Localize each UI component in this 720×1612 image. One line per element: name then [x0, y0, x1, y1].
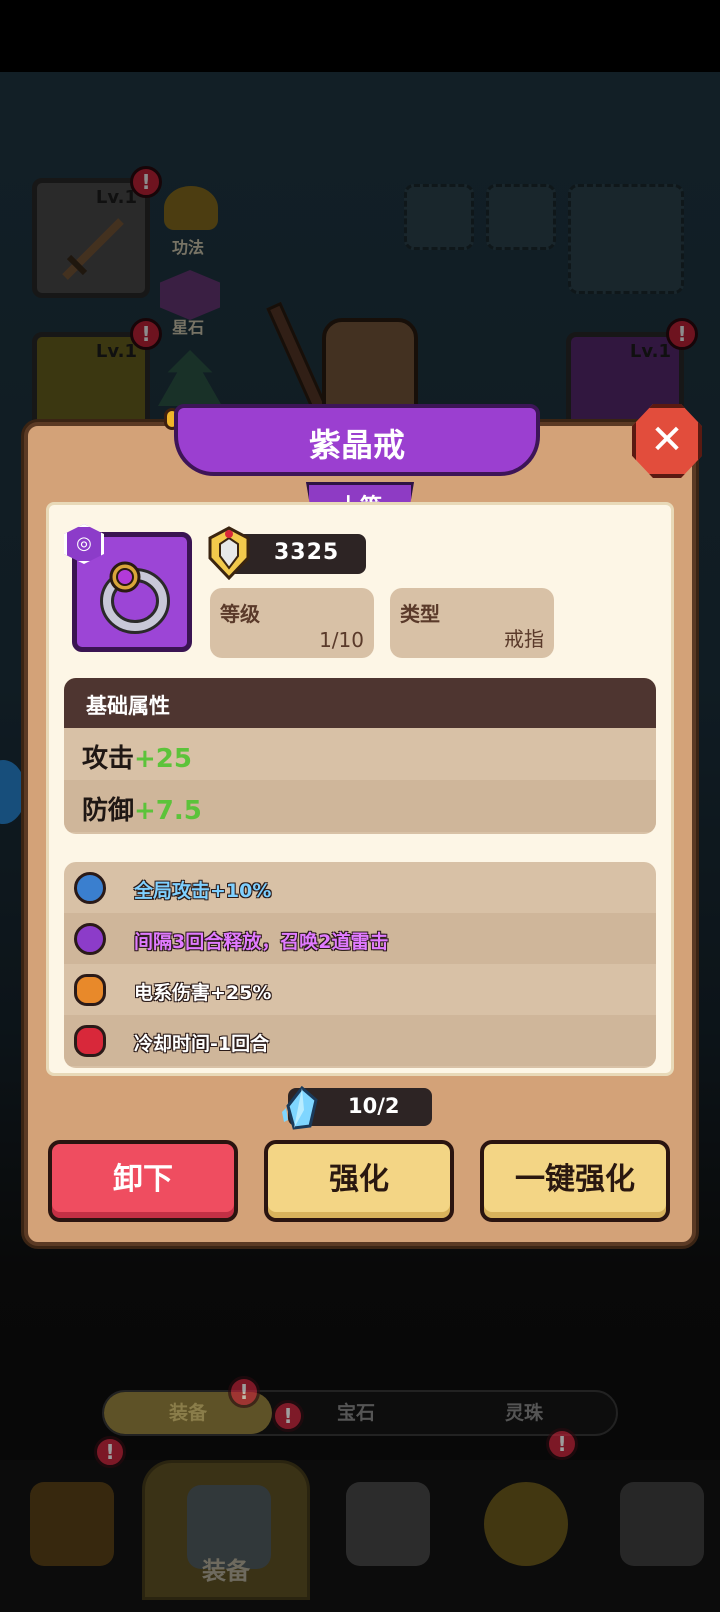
nav-upgrade-alert-badge: ! [546, 1428, 578, 1460]
nav-equipment-alert-badge: ! [272, 1400, 304, 1432]
type-value: 戒指 [504, 627, 544, 651]
bottom-navigation: 装备 [0, 1460, 720, 1612]
bottom-tab-bar: 装备 宝石 灵珠 [102, 1390, 618, 1436]
stat-value: +7.5 [134, 796, 202, 826]
special-attributes-panel: 全局攻击+10% 间隔3回合释放，召唤2道雷击 电系伤害+25% 冷却时间-1回… [64, 862, 656, 1068]
material-count: 10/2 [348, 1094, 400, 1118]
skill-text: 冷却时间-1回合 [134, 1033, 270, 1055]
tab-spirit-bead[interactable]: 灵珠 [440, 1392, 608, 1434]
level-label: 等级 [220, 602, 260, 626]
nav-equipment[interactable]: 装备 [142, 1460, 310, 1600]
title-banner: 紫晶戒 [174, 404, 540, 476]
base-attributes-title: 基础属性 [86, 694, 170, 718]
power-value: 3325 [274, 540, 340, 565]
crystal-icon [282, 1086, 318, 1130]
nav-equipment-label: 装备 [202, 1557, 250, 1585]
lightning-lock-icon [74, 974, 106, 1006]
skill-row: 间隔3回合释放，召唤2道雷击 [64, 913, 656, 964]
unequip-button[interactable]: 卸下 [48, 1140, 238, 1222]
nav-chest[interactable] [0, 1460, 144, 1600]
cooldown-lock-icon [74, 1025, 106, 1057]
skill-row: 冷却时间-1回合 [64, 1015, 656, 1066]
base-attributes-header: 基础属性 [64, 678, 656, 728]
nav-upgrade[interactable] [454, 1460, 598, 1600]
locked-icon [620, 1482, 704, 1566]
item-title: 紫晶戒 [308, 426, 405, 464]
ring-icon [100, 561, 170, 634]
type-info: 类型 戒指 [390, 588, 554, 658]
enhance-all-button[interactable]: 一键强化 [480, 1140, 670, 1222]
tab-equipment-alert-badge: ! [228, 1376, 260, 1408]
stat-name: 防御 [82, 796, 135, 826]
skill-row: 全局攻击+10% [64, 862, 656, 913]
upgrade-arrow-icon [484, 1482, 568, 1566]
type-label: 类型 [400, 602, 440, 626]
crossed-swords-icon [346, 1482, 430, 1566]
skill-text: 间隔3回合释放，召唤2道雷击 [134, 931, 389, 953]
nav-chest-alert-badge: ! [94, 1436, 126, 1468]
skill-text: 全局攻击+10% [134, 880, 272, 902]
level-info: 等级 1/10 [210, 588, 374, 658]
stat-value: +25 [134, 744, 192, 774]
nav-locked[interactable] [590, 1460, 720, 1600]
skill-row: 电系伤害+25% [64, 964, 656, 1015]
skill-text: 电系伤害+25% [134, 982, 272, 1004]
stat-row: 攻击+25 [64, 728, 656, 780]
chest-icon [30, 1482, 114, 1566]
stat-name: 攻击 [82, 744, 135, 774]
level-value: 1/10 [319, 628, 364, 652]
power-shield-icon [208, 526, 250, 580]
close-button[interactable]: ✕ [632, 404, 702, 478]
enhance-button[interactable]: 强化 [264, 1140, 454, 1222]
orb-icon [74, 923, 106, 955]
stat-row: 防御+7.5 [64, 780, 656, 832]
base-attributes-panel: 基础属性 攻击+25 防御+7.5 [64, 678, 656, 834]
nav-battle[interactable] [316, 1460, 460, 1600]
orb-icon [74, 872, 106, 904]
